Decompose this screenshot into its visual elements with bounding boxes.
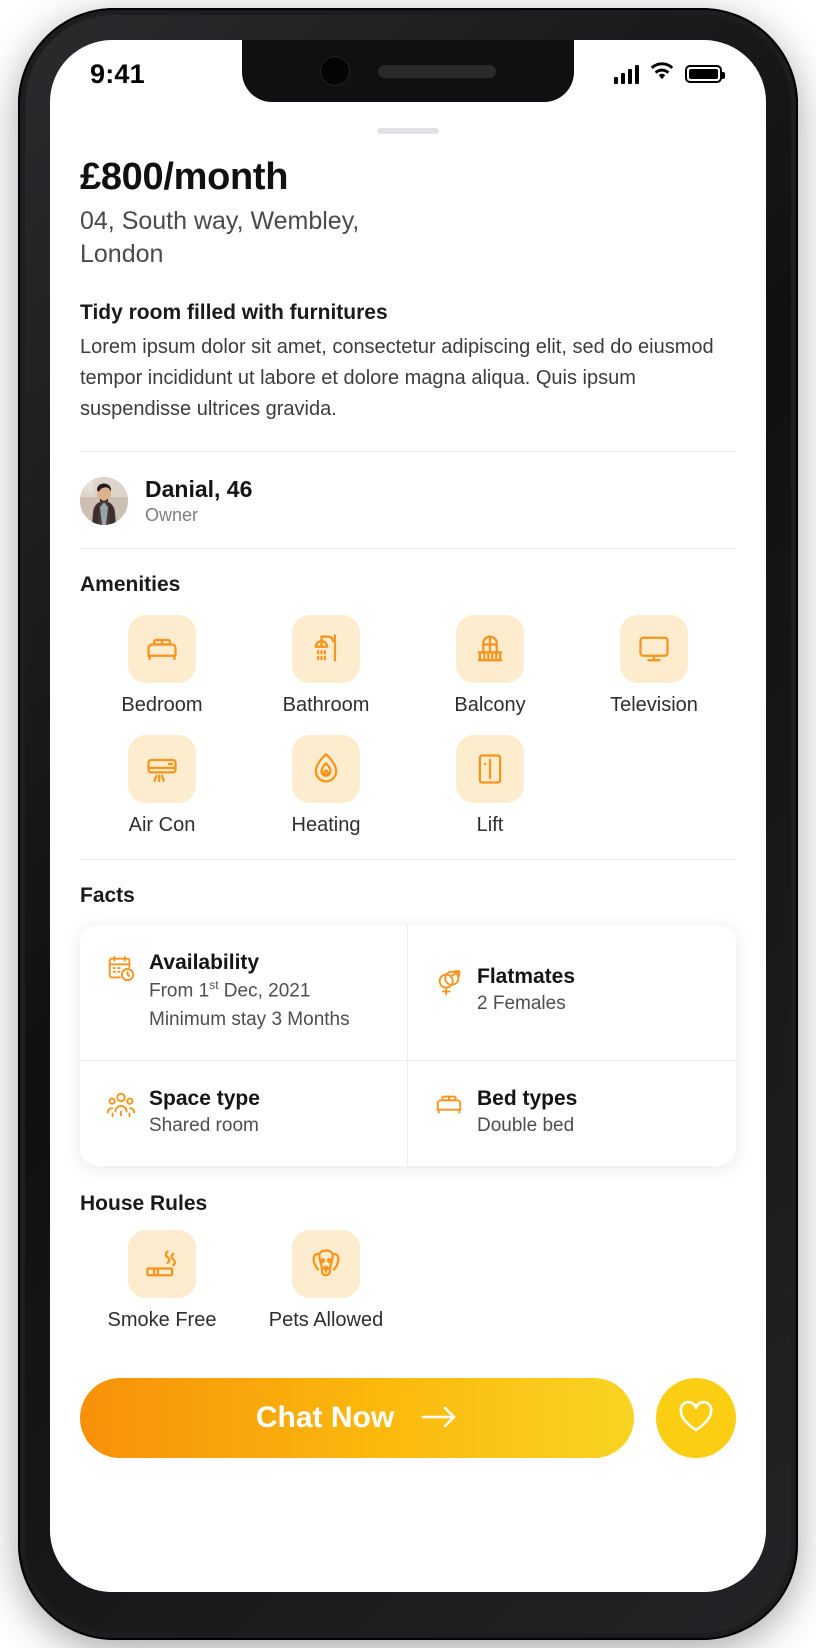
amenity-bedroom[interactable]: Bedroom [80, 615, 244, 717]
house-rule-label: Pets Allowed [268, 1309, 384, 1332]
shower-icon [292, 615, 360, 683]
wifi-icon [650, 62, 674, 86]
fact-flatmates: Flatmates 2 Females [408, 925, 736, 1062]
television-icon [620, 615, 688, 683]
bed-icon [128, 615, 196, 683]
fact-space-type: Space type Shared room [80, 1061, 408, 1167]
avatar [80, 477, 128, 525]
dog-icon [292, 1230, 360, 1299]
house-rules-title: House Rules [80, 1192, 208, 1216]
screenshot-stage: 9:41 £800/month 04, South way, Wembley, … [0, 0, 816, 1648]
cigarette-icon [128, 1230, 196, 1299]
house-rule-pets-allowed[interactable]: Pets Allowed [244, 1230, 408, 1332]
owner-row[interactable]: Danial, 46 Owner [80, 452, 736, 548]
amenity-label: Television [610, 694, 698, 716]
air-conditioner-icon [128, 735, 196, 803]
amenity-heating[interactable]: Heating [244, 735, 408, 837]
house-rule-spacer [572, 1230, 736, 1332]
divider [80, 859, 736, 860]
amenity-label: Bedroom [121, 694, 203, 716]
chat-now-label: Chat Now [255, 1401, 395, 1435]
description-body: Lorem ipsum dolor sit amet, consectetur … [80, 336, 714, 420]
address: 04, South way, Wembley, London [80, 207, 360, 268]
fact-bed-types: Bed types Double bed [408, 1061, 736, 1166]
fact-line-1: 2 Females [477, 993, 566, 1014]
listing-detail-sheet: £800/month 04, South way, Wembley, Londo… [50, 102, 766, 1592]
house-rule-spacer [408, 1230, 572, 1332]
battery-full-icon [685, 65, 725, 83]
power-button[interactable] [780, 418, 788, 530]
heart-icon [678, 1400, 714, 1436]
calendar-clock-icon [106, 953, 136, 983]
fact-line-1: Double bed [477, 1115, 575, 1137]
amenity-label: Bathroom [282, 694, 370, 716]
status-time: 9:41 [90, 58, 145, 89]
elevator-icon [456, 735, 524, 803]
price: £800/month [80, 156, 289, 198]
fact-line-2: Minimum stay 3 Months [149, 1009, 350, 1031]
amenity-label: Balcony [454, 694, 526, 716]
bottom-action-bar: Chat Now [80, 1378, 736, 1459]
sheet-drag-handle[interactable] [377, 128, 439, 134]
volume-down-button[interactable] [28, 488, 36, 566]
amenity-label: Heating [291, 814, 361, 836]
amenities-title: Amenities [80, 573, 181, 596]
status-icons [613, 62, 725, 86]
amenity-bathroom[interactable]: Bathroom [244, 615, 408, 717]
favorite-button[interactable] [656, 1378, 736, 1459]
house-rules-grid: Smoke Free Pets Allowed [80, 1230, 736, 1350]
owner-name: Danial, 46 [145, 476, 253, 502]
balcony-icon [456, 615, 524, 683]
fact-line-1: From 1st Dec, 2021 [149, 978, 311, 1002]
amenity-label: Lift [476, 814, 504, 836]
description-title: Tidy room filled with furnitures [80, 301, 388, 324]
facts-title: Facts [80, 884, 135, 907]
fact-title: Space type [149, 1087, 260, 1111]
phone-screen: 9:41 £800/month 04, South way, Wembley, … [50, 40, 766, 1592]
facts-card: Availability From 1st Dec, 2021 Minimum … [80, 925, 736, 1167]
amenity-air-con[interactable]: Air Con [80, 735, 244, 837]
bed-icon [434, 1089, 464, 1119]
mute-switch[interactable] [28, 308, 36, 350]
volume-up-button[interactable] [28, 388, 36, 466]
fact-line-1: Shared room [149, 1115, 259, 1137]
fact-availability: Availability From 1st Dec, 2021 Minimum … [80, 925, 408, 1062]
arrow-right-icon [420, 1405, 458, 1432]
front-camera-icon [320, 56, 350, 86]
fact-title: Bed types [477, 1087, 578, 1111]
earpiece-speaker [378, 64, 496, 78]
fact-title: Availability [149, 951, 260, 974]
house-rule-smoke-free[interactable]: Smoke Free [80, 1230, 244, 1332]
notch [242, 40, 574, 102]
flame-drop-icon [292, 735, 360, 803]
amenity-label: Air Con [128, 814, 196, 836]
amenity-television[interactable]: Television [572, 615, 736, 717]
house-rule-label: Smoke Free [107, 1309, 217, 1332]
amenity-balcony[interactable]: Balcony [408, 615, 572, 717]
amenity-spacer [572, 735, 736, 837]
owner-role: Owner [145, 505, 199, 525]
chat-now-button[interactable]: Chat Now [80, 1378, 634, 1459]
people-group-icon [106, 1089, 136, 1119]
cellular-signal-icon [613, 64, 639, 84]
fact-title: Flatmates [477, 965, 576, 988]
gender-symbols-icon [434, 967, 464, 997]
divider [80, 548, 736, 549]
amenities-grid: Bedroom Bathroom Balcony Television Air … [80, 615, 736, 855]
amenity-lift[interactable]: Lift [408, 735, 572, 837]
